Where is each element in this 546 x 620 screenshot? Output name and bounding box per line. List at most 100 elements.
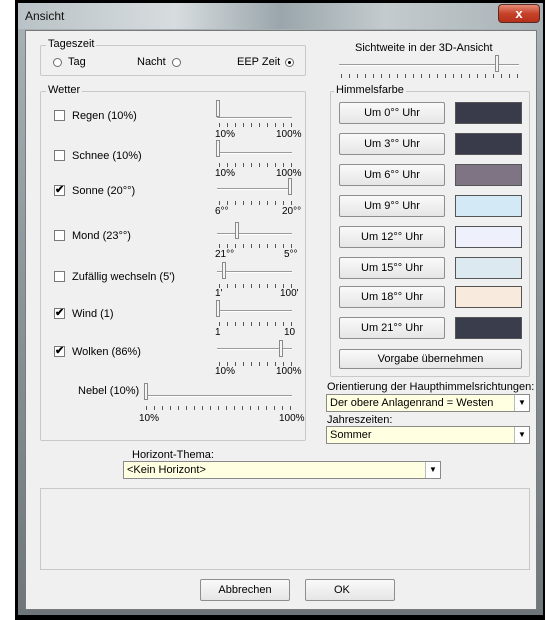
orientierung-select[interactable]: Der obere Anlagenrand = Westen ▼: [326, 394, 530, 412]
regen-checkbox[interactable]: [54, 110, 65, 121]
himmelsfarbe-legend: Himmelsfarbe: [334, 84, 406, 96]
cancel-button[interactable]: Abbrechen: [200, 579, 290, 601]
wind-track: [217, 310, 292, 312]
wind-checkbox[interactable]: ✔: [54, 308, 65, 319]
farbe-12-swatch[interactable]: [455, 226, 522, 248]
sonne-max: 20°°: [282, 206, 302, 217]
horizont-select[interactable]: <Kein Horizont> ▼: [123, 461, 441, 479]
wolken-min: 10%: [215, 366, 236, 377]
farbe-12-button[interactable]: Um 12°° Uhr: [339, 226, 445, 248]
chevron-down-icon: ▼: [425, 462, 440, 478]
farbe-9-swatch[interactable]: [455, 195, 522, 217]
farbe-6-swatch[interactable]: [455, 164, 522, 186]
mond-min: 21°°: [215, 249, 235, 260]
horizont-value: <Kein Horizont>: [127, 464, 206, 476]
chevron-down-icon: ▼: [514, 427, 529, 443]
farbe-18-swatch[interactable]: [455, 286, 522, 308]
schnee-track: [217, 152, 292, 154]
farbe-3-button[interactable]: Um 3°° Uhr: [339, 133, 445, 155]
schnee-checkbox[interactable]: [54, 150, 65, 161]
sichtweite-slider[interactable]: [495, 55, 499, 72]
mond-max: 5°°: [284, 249, 298, 260]
wolken-slider[interactable]: [279, 340, 283, 357]
farbe-18-button[interactable]: Um 18°° Uhr: [339, 286, 445, 308]
nebel-track: [146, 395, 292, 397]
nebel-slider[interactable]: [144, 383, 148, 400]
farbe-15-swatch[interactable]: [455, 257, 522, 279]
wolken-checkbox[interactable]: ✔: [54, 346, 65, 357]
tageszeit-legend: Tageszeit: [46, 38, 97, 50]
close-button[interactable]: x: [498, 4, 540, 23]
wind-max: 10: [284, 327, 296, 338]
mond-track: [217, 233, 292, 235]
window-title: Ansicht: [25, 9, 65, 23]
wind-label: Wind (1): [72, 308, 114, 320]
wind-ticks: [219, 322, 293, 326]
farbe-0-button[interactable]: Um 0°° Uhr: [339, 102, 445, 124]
nebel-label: Nebel (10%): [78, 385, 140, 397]
jahreszeiten-select[interactable]: Sommer ▼: [326, 426, 530, 444]
wolken-label: Wolken (86%): [72, 346, 141, 358]
orientierung-label: Orientierung der Haupthimmelsrichtungen:: [327, 381, 535, 393]
radio-tag[interactable]: [53, 58, 62, 67]
mond-slider[interactable]: [235, 222, 239, 239]
farbe-21-button[interactable]: Um 21°° Uhr: [339, 317, 445, 339]
nebel-ticks: [146, 406, 292, 410]
regen-min: 10%: [215, 129, 236, 140]
horizont-label: Horizont-Thema:: [132, 449, 214, 461]
farbe-15-button[interactable]: Um 15°° Uhr: [339, 257, 445, 279]
radio-tag-label: Tag: [68, 56, 86, 68]
title-bar[interactable]: [18, 3, 543, 29]
regen-ticks: [219, 123, 293, 127]
wolken-max: 100%: [276, 366, 302, 377]
mond-label: Mond (23°°): [72, 230, 131, 242]
schnee-min: 10%: [215, 168, 236, 179]
sonne-checkbox[interactable]: ✔: [54, 185, 65, 196]
nebel-min: 10%: [139, 413, 160, 424]
jahreszeiten-value: Sommer: [330, 429, 372, 441]
chevron-down-icon: ▼: [514, 395, 529, 411]
farbe-0-swatch[interactable]: [455, 102, 522, 124]
wind-min: 1: [215, 327, 221, 338]
sonne-min: 6°°: [215, 206, 229, 217]
farbe-21-swatch[interactable]: [455, 317, 522, 339]
radio-eep-zeit[interactable]: [285, 58, 294, 67]
wind-slider[interactable]: [216, 300, 220, 317]
mond-checkbox[interactable]: [54, 230, 65, 241]
regen-slider[interactable]: [216, 100, 220, 117]
ok-button[interactable]: OK: [305, 579, 395, 601]
farbe-3-swatch[interactable]: [455, 133, 522, 155]
zufaellig-max: 100': [280, 288, 299, 299]
regen-label: Regen (10%): [72, 110, 137, 122]
sonne-ticks: [219, 201, 293, 205]
sonne-label: Sonne (20°°): [72, 185, 136, 197]
zufaellig-label: Zufällig wechseln (5'): [72, 271, 175, 283]
sonne-slider[interactable]: [288, 178, 292, 195]
sichtweite-label: Sichtweite in der 3D-Ansicht: [355, 42, 493, 54]
zufaellig-checkbox[interactable]: [54, 271, 65, 282]
zufaellig-min: 1': [215, 288, 223, 299]
regen-max: 100%: [276, 129, 302, 140]
radio-nacht-label: Nacht: [137, 56, 166, 68]
orientierung-value: Der obere Anlagenrand = Westen: [330, 397, 494, 409]
sonne-track: [217, 188, 292, 190]
close-icon: x: [515, 6, 523, 21]
wetter-legend: Wetter: [46, 84, 83, 96]
schnee-label: Schnee (10%): [72, 150, 142, 162]
description-area: [40, 488, 530, 570]
sichtweite-ticks: [341, 74, 519, 78]
regen-track: [217, 117, 292, 119]
schnee-ticks: [219, 163, 293, 167]
radio-eep-zeit-label: EEP Zeit: [237, 56, 281, 68]
zufaellig-track: [217, 271, 292, 273]
farbe-9-button[interactable]: Um 9°° Uhr: [339, 195, 445, 217]
nebel-max: 100%: [279, 413, 305, 424]
radio-nacht[interactable]: [172, 58, 181, 67]
farbe-6-button[interactable]: Um 6°° Uhr: [339, 164, 445, 186]
sichtweite-track: [339, 64, 519, 66]
schnee-slider[interactable]: [216, 140, 220, 157]
vorgabe-uebernehmen-button[interactable]: Vorgabe übernehmen: [339, 349, 522, 369]
zufaellig-slider[interactable]: [222, 262, 226, 279]
mond-ticks: [219, 244, 293, 248]
jahreszeiten-label: Jahreszeiten:: [327, 414, 393, 426]
